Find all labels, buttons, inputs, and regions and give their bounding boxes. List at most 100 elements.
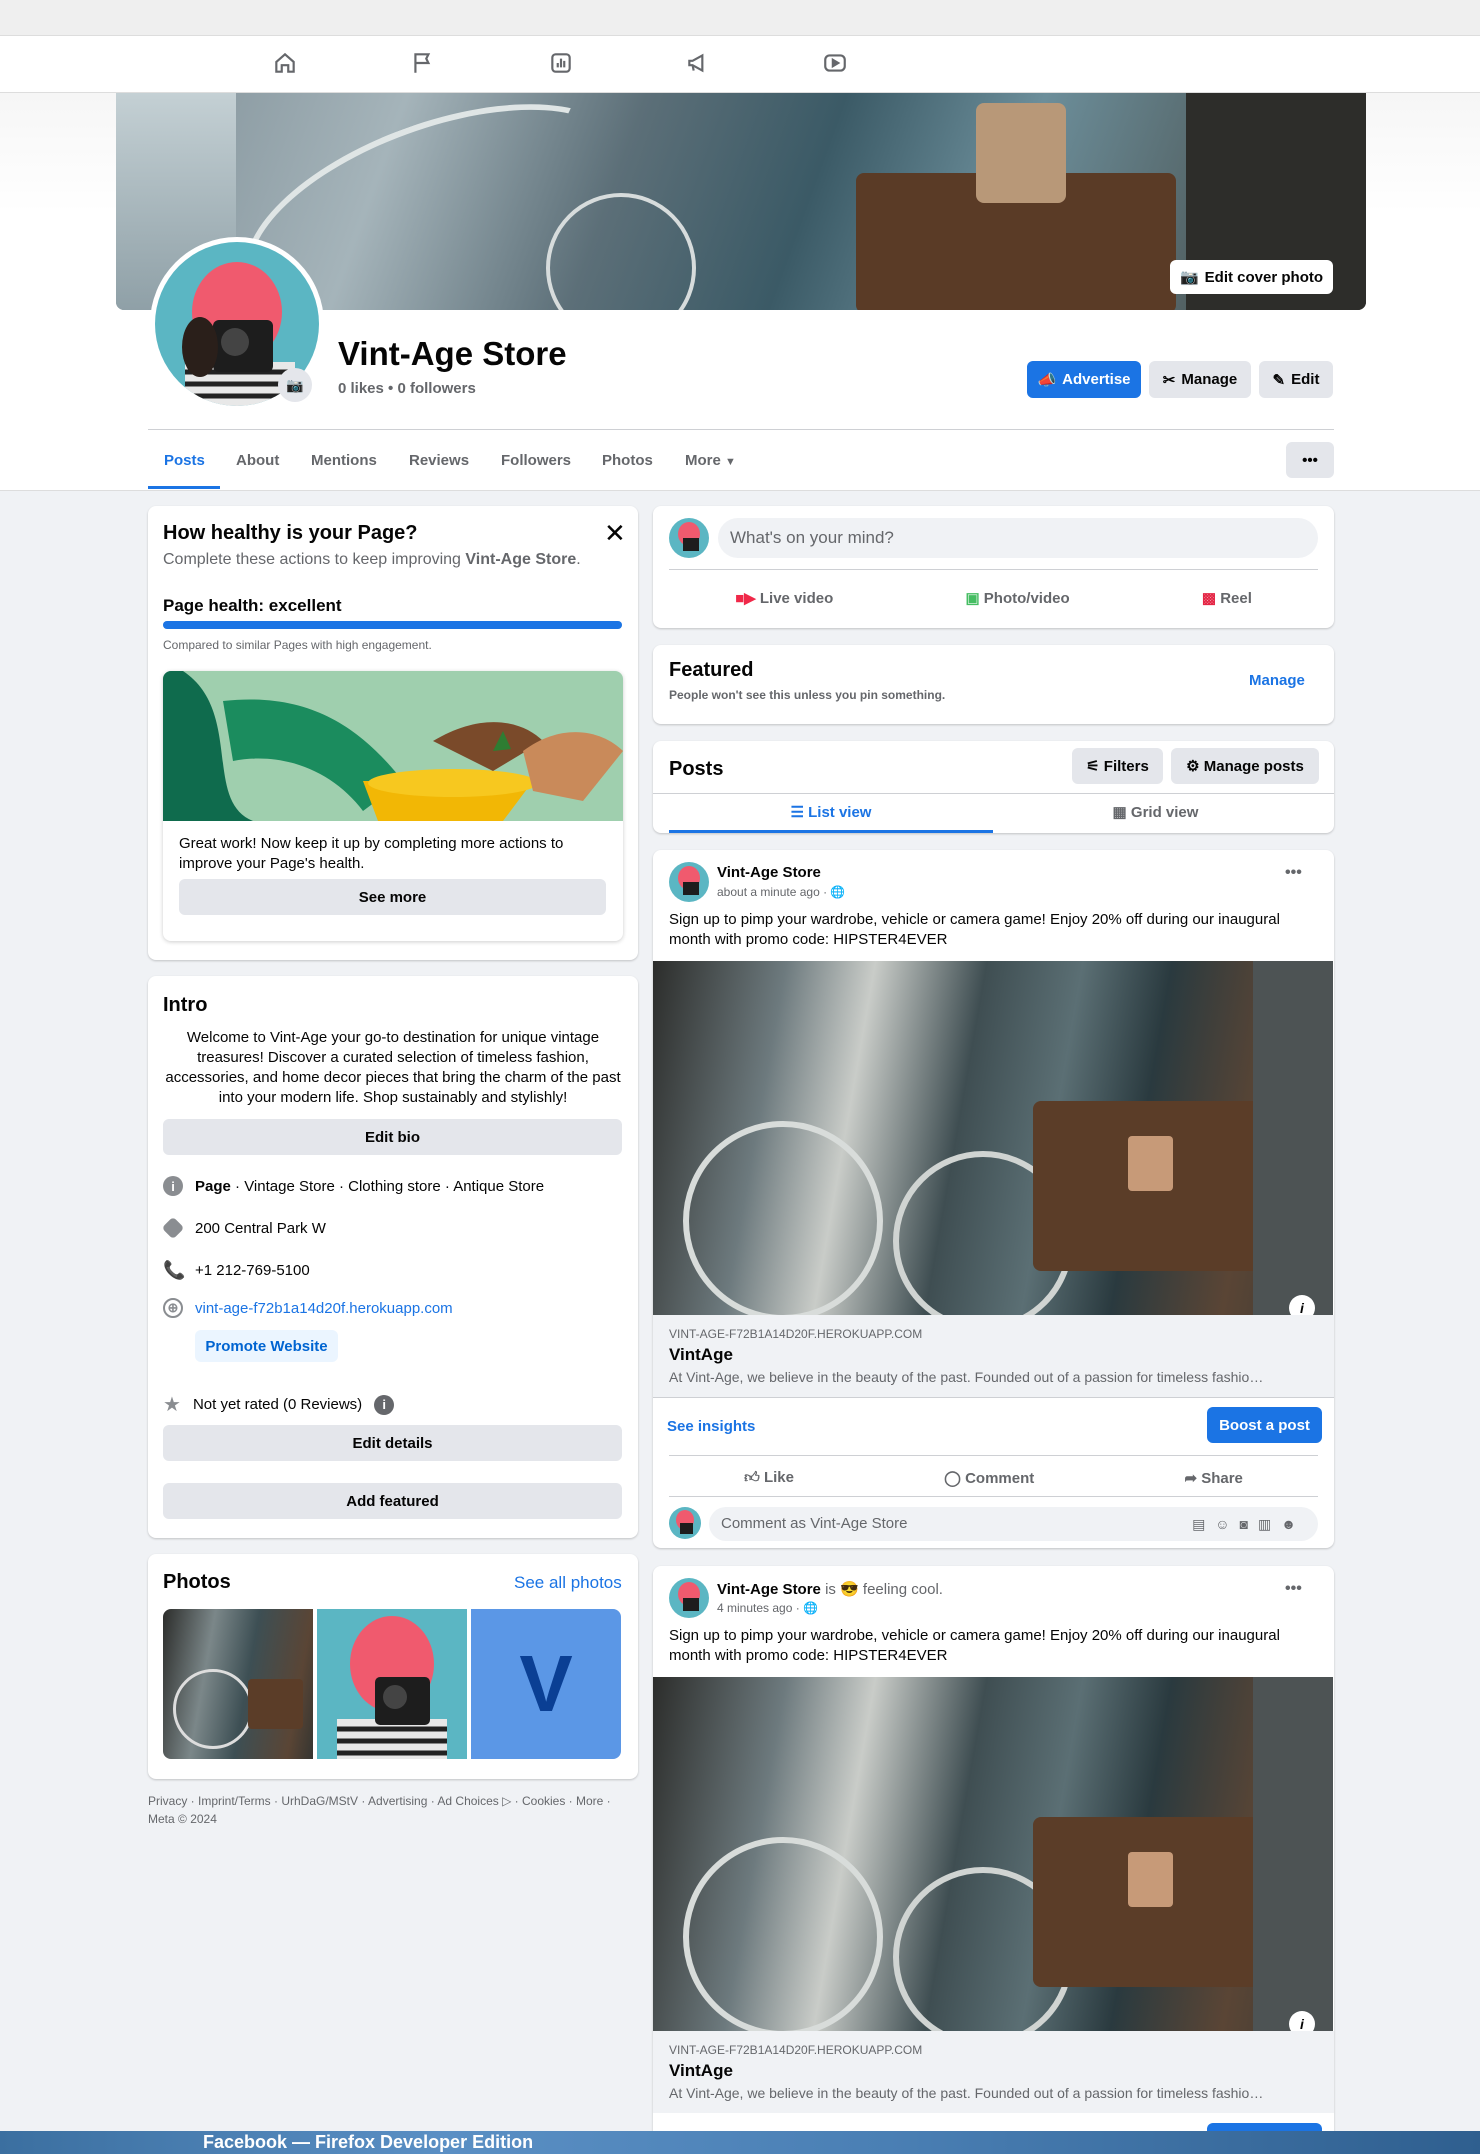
website-link[interactable]: vint-age-f72b1a14d20f.herokuapp.com <box>195 1300 453 1317</box>
promote-website-button[interactable]: Promote Website <box>195 1330 338 1362</box>
post-link-image[interactable]: i <box>653 1677 1333 2031</box>
tab-posts[interactable]: Posts <box>164 452 205 469</box>
rating-text: Not yet rated (0 Reviews) <box>192 1396 363 1413</box>
reel-button[interactable]: ▩ Reel <box>1202 589 1252 607</box>
video-icon[interactable] <box>822 50 852 80</box>
composer-actions: ■▶ Live video ▣ Photo/video ▩ Reel <box>669 578 1318 618</box>
tab-grid-view[interactable]: ▦ Grid view <box>993 803 1318 821</box>
close-icon[interactable]: ✕ <box>604 518 626 549</box>
link-domain: VINT-AGE-F72B1A14D20F.HEROKUAPP.COM <box>669 2043 923 2057</box>
edit-bio-button[interactable]: Edit bio <box>163 1119 622 1155</box>
phone-text: +1 212-769-5100 <box>195 1262 310 1279</box>
post-options-icon[interactable]: ••• <box>1285 1580 1302 1598</box>
comment-tools-icons[interactable]: ▤☺◙▥☻ <box>1192 1507 1306 1541</box>
comment-button[interactable]: ◯ Comment <box>944 1469 1034 1487</box>
tab-more[interactable]: More ▼ <box>685 452 736 469</box>
filters-button[interactable]: ⚟ Filters <box>1072 748 1163 784</box>
home-icon[interactable] <box>272 50 302 80</box>
photo-video-button[interactable]: ▣ Photo/video <box>965 589 1069 607</box>
comment-icon: ◯ <box>944 1470 961 1487</box>
health-status: Page health: excellent <box>163 596 342 615</box>
see-all-photos-link[interactable]: See all photos <box>514 1573 622 1593</box>
gardening-illustration <box>163 671 623 821</box>
tab-reviews[interactable]: Reviews <box>409 452 469 469</box>
live-video-button[interactable]: ■▶ Live video <box>735 589 833 607</box>
photos-title: Photos <box>163 1571 231 1593</box>
comment-input[interactable]: Comment as Vint-Age Store ▤☺◙▥☻ <box>709 1507 1318 1541</box>
see-more-button[interactable]: See more <box>179 879 606 915</box>
page-title: Vint-Age Store <box>338 335 567 372</box>
add-featured-button[interactable]: Add featured <box>163 1483 622 1519</box>
post-composer: What's on your mind? ■▶ Live video ▣ Pho… <box>653 506 1334 628</box>
boost-post-button[interactable]: Boost a post <box>1207 1407 1322 1443</box>
featured-manage-link[interactable]: Manage <box>1249 672 1305 689</box>
window-title-bar: Facebook — Firefox Developer Edition <box>0 2131 1480 2154</box>
tab-list-view[interactable]: ☰ List view <box>669 803 993 821</box>
photo-thumbnail-logo[interactable]: V <box>471 1609 621 1759</box>
intro-title: Intro <box>163 994 208 1016</box>
info-icon: i <box>163 1176 183 1196</box>
page-stats: 0 likes • 0 followers <box>338 380 476 397</box>
address-text: 200 Central Park W <box>195 1219 326 1237</box>
directions-icon <box>161 1216 185 1240</box>
edit-page-button[interactable]: ✎ Edit <box>1259 361 1333 398</box>
photo-icon: ▣ <box>965 590 980 607</box>
share-icon: ➦ <box>1184 1470 1198 1487</box>
post-author-avatar[interactable] <box>669 862 709 902</box>
post-author[interactable]: Vint-Age Store <box>717 1581 821 1598</box>
link-preview[interactable]: VINT-AGE-F72B1A14D20F.HEROKUAPP.COM Vint… <box>653 1315 1334 1397</box>
post-author-avatar[interactable] <box>669 1578 709 1618</box>
info-icon[interactable]: i <box>1289 1295 1315 1315</box>
post-card: Vint-Age Store about a minute ago · 🌐 ••… <box>653 850 1334 1548</box>
posts-header-card: Posts ⚟ Filters ⚙ Manage posts ☰ List vi… <box>653 741 1334 833</box>
like-button[interactable]: 👍︎ Like <box>744 1469 794 1487</box>
commenter-avatar <box>669 1507 701 1539</box>
featured-title: Featured <box>669 659 754 681</box>
photo-thumbnail-avatar[interactable] <box>317 1609 467 1759</box>
tab-mentions[interactable]: Mentions <box>311 452 377 469</box>
edit-details-button[interactable]: Edit details <box>163 1425 622 1461</box>
post-options-icon[interactable]: ••• <box>1285 864 1302 882</box>
whats-on-your-mind-input[interactable]: What's on your mind? <box>718 518 1318 558</box>
see-insights-link[interactable]: See insights <box>667 1418 755 1435</box>
manage-button[interactable]: ✂ Manage <box>1149 361 1251 398</box>
insights-icon[interactable] <box>548 50 578 80</box>
active-tab-indicator <box>148 486 220 489</box>
category-list: · Vintage Store · Clothing store · Antiq… <box>230 1177 545 1195</box>
footer-links[interactable]: Privacy · Imprint/Terms · UrhDaG/MStV · … <box>148 1792 618 1828</box>
grid-icon: ▦ <box>1112 804 1127 821</box>
advertise-button[interactable]: 📣 Advertise <box>1027 361 1141 398</box>
info-icon[interactable]: i <box>374 1394 395 1415</box>
change-avatar-camera-icon[interactable]: 📷 <box>278 368 312 402</box>
tab-about[interactable]: About <box>236 452 279 469</box>
more-options-button[interactable]: ••• <box>1286 442 1334 478</box>
intro-category-row: i Page · Vintage Store · Clothing store … <box>163 1176 544 1196</box>
photo-thumbnail-bicycle[interactable] <box>163 1609 313 1759</box>
health-compare: Compared to similar Pages with high enga… <box>163 638 432 652</box>
tab-followers[interactable]: Followers <box>501 452 571 469</box>
globe-icon: 🌐 <box>830 885 846 899</box>
megaphone-icon[interactable] <box>685 50 715 80</box>
post-link-image[interactable]: i <box>653 961 1333 1315</box>
browser-top-strip <box>0 0 1480 36</box>
intro-bio: Welcome to Vint-Age your go-to destinati… <box>165 1029 621 1106</box>
page-health-card: How healthy is your Page? ✕ Complete the… <box>148 506 638 960</box>
manage-posts-button[interactable]: ⚙ Manage posts <box>1171 748 1319 784</box>
info-icon[interactable]: i <box>1289 2011 1315 2031</box>
live-video-icon: ■▶ <box>735 590 756 607</box>
link-preview[interactable]: VINT-AGE-F72B1A14D20F.HEROKUAPP.COM Vint… <box>653 2031 1334 2113</box>
link-title: VintAge <box>669 2061 733 2080</box>
header-divider <box>148 429 1334 430</box>
pencil-icon: ✎ <box>1272 371 1286 389</box>
composer-avatar <box>669 518 709 558</box>
edit-cover-photo-button[interactable]: 📷 Edit cover photo <box>1170 260 1333 294</box>
link-description: At Vint-Age, we believe in the beauty of… <box>669 2085 1264 2101</box>
tab-photos[interactable]: Photos <box>602 452 653 469</box>
posts-title: Posts <box>669 758 724 780</box>
share-button[interactable]: ➦ Share <box>1184 1469 1242 1487</box>
post-author[interactable]: Vint-Age Store <box>717 864 821 881</box>
flag-icon[interactable] <box>410 50 440 80</box>
megaphone-icon: 📣 <box>1037 371 1057 389</box>
post-time: 4 minutes ago · 🌐 <box>717 1601 819 1615</box>
globe-icon: 🌐 <box>803 1601 819 1615</box>
